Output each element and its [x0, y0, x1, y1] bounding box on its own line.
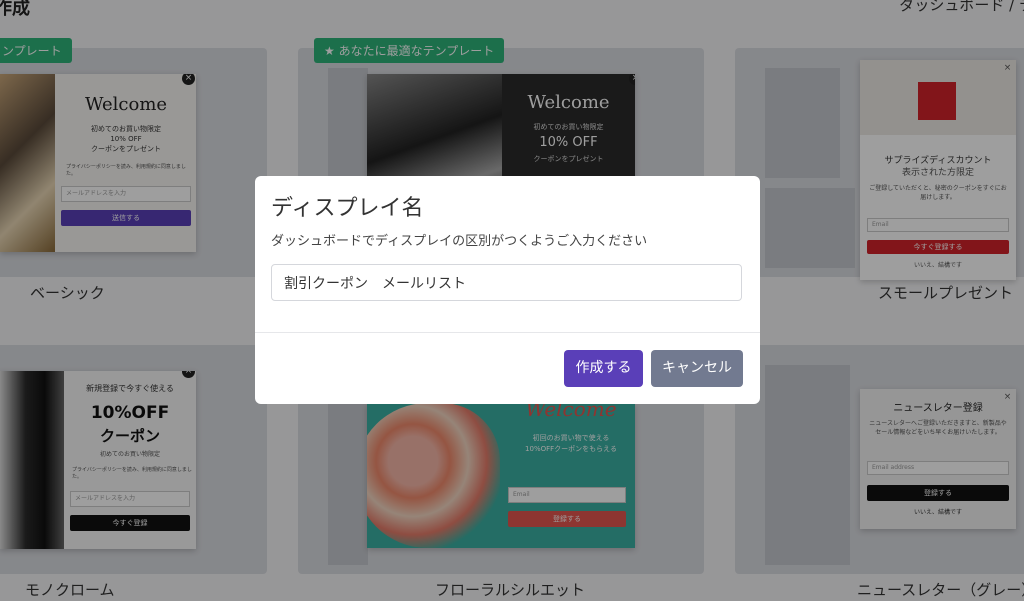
display-name-dialog: ディスプレイ名 ダッシュボードでディスプレイの区別がつくようご入力ください 作成… — [255, 176, 760, 404]
dialog-divider — [255, 332, 760, 333]
dialog-title: ディスプレイ名 — [271, 196, 424, 221]
create-button[interactable]: 作成する — [564, 350, 643, 387]
display-name-input[interactable] — [271, 264, 742, 301]
dialog-description: ダッシュボードでディスプレイの区別がつくようご入力ください — [271, 234, 648, 249]
cancel-button[interactable]: キャンセル — [651, 350, 743, 387]
